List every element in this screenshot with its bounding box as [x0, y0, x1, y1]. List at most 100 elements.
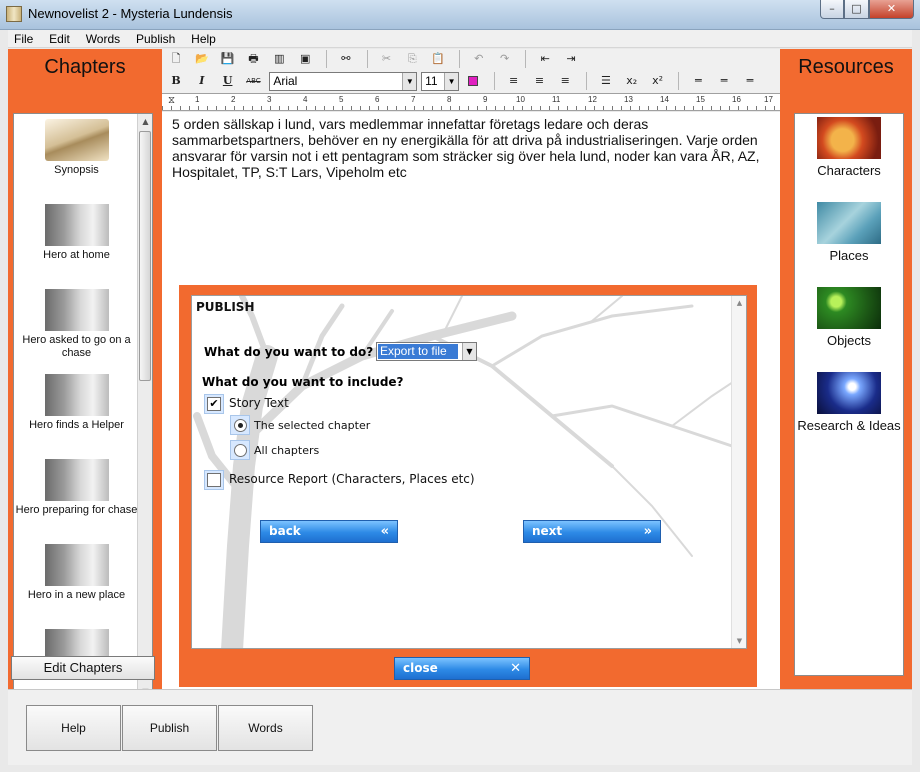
close-window-button[interactable]: ✕: [869, 0, 914, 19]
chapter-item-hero-preparing[interactable]: Hero preparing for chase: [14, 459, 139, 517]
resource-item-places[interactable]: Places: [795, 202, 903, 264]
scroll-down-icon[interactable]: ▼: [732, 634, 746, 648]
line-double-icon[interactable]: ═: [740, 71, 760, 91]
subscript-icon[interactable]: x₂: [622, 71, 642, 91]
resources-title: Resources: [798, 56, 894, 78]
toolbar-divider: [586, 72, 588, 90]
superscript-icon[interactable]: x²: [648, 71, 668, 91]
resource-item-characters[interactable]: Characters: [795, 117, 903, 179]
font-family-select[interactable]: Arial ▼: [269, 71, 418, 91]
resource-label: Places: [829, 248, 869, 263]
chapter-item-hero-new-place[interactable]: Hero in a new place: [14, 544, 139, 602]
line-single-icon[interactable]: ═: [688, 71, 708, 91]
align-center-icon[interactable]: ≡: [529, 71, 549, 91]
publish-scrollbar[interactable]: ▲ ▼: [731, 296, 746, 648]
scroll-up-icon[interactable]: ▲: [732, 296, 746, 310]
image-icon[interactable]: ▣: [295, 49, 315, 69]
menu-edit[interactable]: Edit: [43, 30, 76, 48]
ruler-number: 14: [660, 95, 669, 104]
chapter-label: Synopsis: [54, 164, 99, 176]
help-button[interactable]: Help: [26, 705, 121, 751]
all-chapters-radio[interactable]: [234, 444, 247, 457]
decrease-indent-icon[interactable]: ⇤: [535, 49, 555, 69]
print-icon[interactable]: 🖶: [243, 49, 263, 69]
find-binoculars-icon[interactable]: ⚯: [336, 49, 356, 69]
question-action: What do you want to do?: [204, 345, 374, 359]
menu-help[interactable]: Help: [185, 30, 222, 48]
maximize-button[interactable]: □: [844, 0, 869, 19]
resource-item-research[interactable]: Research & Ideas: [795, 372, 903, 434]
menu-publish[interactable]: Publish: [130, 30, 181, 48]
undo-icon[interactable]: ↶: [469, 49, 489, 69]
chapter-scrollbar[interactable]: ▲ ▼: [137, 114, 152, 699]
spellcheck-button[interactable]: ABC: [243, 71, 263, 91]
align-left-icon[interactable]: ≡: [504, 71, 524, 91]
door-icon: [44, 204, 109, 246]
copy-icon[interactable]: ⎘: [402, 49, 422, 69]
scroll-thumb[interactable]: [139, 131, 151, 381]
increase-indent-icon[interactable]: ⇥: [561, 49, 581, 69]
font-size-select[interactable]: 11 ▼: [421, 71, 460, 91]
chevron-down-icon: ▼: [462, 343, 476, 360]
action-select[interactable]: Export to file ▼: [376, 342, 477, 361]
resource-item-objects[interactable]: Objects: [795, 287, 903, 349]
align-right-icon[interactable]: ≡: [555, 71, 575, 91]
indent-marker-icon[interactable]: ⧖: [168, 95, 175, 106]
chapter-label: Hero preparing for chase: [15, 504, 138, 516]
back-button[interactable]: back «: [260, 520, 398, 543]
ruler-number: 17: [764, 95, 773, 104]
next-button[interactable]: next »: [523, 520, 661, 543]
ruler[interactable]: ⧖ 1 2 3 4 5 6 7 8 9 10 11 12 13 14 15 16…: [162, 93, 780, 111]
cut-icon[interactable]: ✂: [376, 49, 396, 69]
publish-title: PUBLISH: [196, 300, 255, 314]
story-text-checkbox[interactable]: ✔: [207, 397, 221, 411]
ruler-number: 3: [267, 95, 272, 104]
minimize-button[interactable]: –: [820, 0, 844, 19]
bold-button[interactable]: B: [166, 71, 186, 91]
color-icon[interactable]: [463, 71, 483, 91]
ruler-number: 16: [732, 95, 741, 104]
toolbar-divider: [525, 50, 527, 68]
ruler-number: 15: [696, 95, 705, 104]
menu-file[interactable]: File: [8, 30, 39, 48]
chapter-item-hero-asked[interactable]: Hero asked to go on a chase: [14, 289, 139, 360]
menu-words[interactable]: Words: [80, 30, 126, 48]
resource-label: Objects: [826, 333, 872, 348]
bottom-bar: Help Publish Words: [8, 689, 912, 765]
toolbar-row-1: 🗋 📂 💾 🖶 ▥ ▣ ⚯ ✂ ⎘ 📋 ↶ ↷ ⇤ ⇥: [166, 49, 583, 71]
publish-button[interactable]: Publish: [122, 705, 217, 751]
objects-icon: [817, 287, 881, 329]
paste-icon[interactable]: 📋: [428, 49, 448, 69]
selected-chapter-radio[interactable]: [234, 419, 247, 432]
close-dialog-button[interactable]: close ✕: [394, 657, 530, 680]
chapter-label: Hero asked to go on a chase: [22, 334, 131, 359]
new-document-icon[interactable]: 🗋: [166, 49, 186, 69]
chevron-down-icon: ▼: [402, 72, 417, 90]
places-icon: [817, 202, 881, 244]
chapter-item-synopsis[interactable]: Synopsis: [14, 119, 139, 177]
words-button[interactable]: Words: [218, 705, 313, 751]
close-x-icon: ✕: [510, 661, 521, 676]
resource-report-checkbox[interactable]: [207, 473, 221, 487]
chapter-item-hero-at-home[interactable]: Hero at home: [14, 204, 139, 262]
chapter-label: Hero finds a Helper: [29, 419, 124, 431]
resource-report-label: Resource Report (Characters, Places etc): [229, 472, 475, 486]
save-icon[interactable]: 💾: [218, 49, 238, 69]
ruler-number: 2: [231, 95, 236, 104]
open-book-icon: [44, 119, 109, 161]
story-text[interactable]: 5 orden sällskap i lund, vars medlemmar …: [172, 116, 772, 180]
open-folder-icon[interactable]: 📂: [192, 49, 212, 69]
font-family-value: Arial: [273, 73, 298, 88]
bullet-list-icon[interactable]: ☰: [596, 71, 616, 91]
line-medium-icon[interactable]: ═: [714, 71, 734, 91]
characters-icon: [817, 117, 881, 159]
ruler-number: 9: [483, 95, 488, 104]
door-icon: [44, 289, 109, 331]
italic-button[interactable]: I: [192, 71, 212, 91]
library-icon[interactable]: ▥: [269, 49, 289, 69]
edit-chapters-button[interactable]: Edit Chapters: [11, 656, 155, 680]
underline-button[interactable]: U: [218, 71, 238, 91]
chapter-item-hero-helper[interactable]: Hero finds a Helper: [14, 374, 139, 432]
redo-icon[interactable]: ↷: [495, 49, 515, 69]
scroll-up-icon[interactable]: ▲: [138, 114, 152, 129]
